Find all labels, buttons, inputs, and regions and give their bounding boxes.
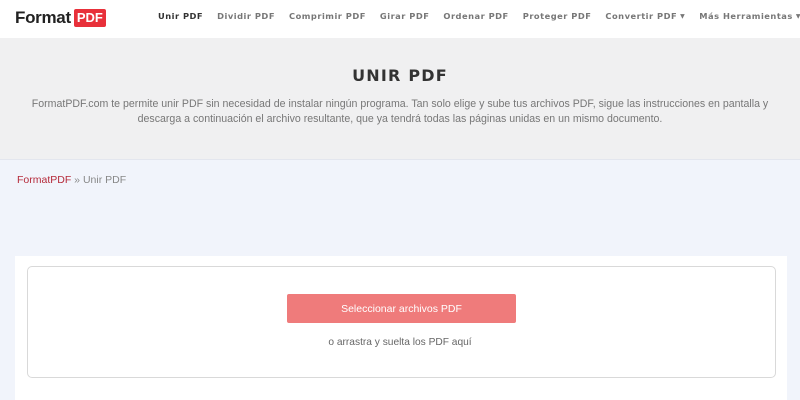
top-navigation-bar: Format PDF Unir PDF Dividir PDF Comprimi…	[0, 0, 800, 38]
select-files-button[interactable]: Seleccionar archivos PDF	[287, 294, 516, 323]
page-title: UNIR PDF	[352, 66, 448, 85]
nav-label: Convertir PDF	[605, 11, 678, 21]
nav-item-unir-pdf[interactable]: Unir PDF	[158, 11, 203, 21]
breadcrumb: FormatPDF » Unir PDF	[17, 174, 126, 186]
nav-item-dividir-pdf[interactable]: Dividir PDF	[217, 11, 275, 21]
chevron-down-icon: ▼	[795, 12, 800, 20]
nav-item-girar-pdf[interactable]: Girar PDF	[380, 11, 429, 21]
logo-text: Format	[15, 8, 71, 27]
logo-badge: PDF	[73, 9, 106, 27]
nav-label: Ordenar PDF	[443, 11, 509, 21]
nav-item-proteger-pdf[interactable]: Proteger PDF	[523, 11, 592, 21]
nav-label: Unir PDF	[158, 11, 204, 21]
nav-item-mas-herramientas[interactable]: Más Herramientas ▼	[699, 11, 800, 21]
chevron-down-icon: ▼	[680, 12, 686, 20]
nav-item-convertir-pdf[interactable]: Convertir PDF ▼	[605, 11, 685, 21]
breadcrumb-separator: »	[71, 174, 83, 186]
site-logo[interactable]: Format PDF	[15, 7, 106, 29]
nav-item-comprimir-pdf[interactable]: Comprimir PDF	[289, 11, 366, 21]
breadcrumb-home-link[interactable]: FormatPDF	[17, 174, 71, 186]
nav-label: Proteger PDF	[522, 11, 592, 21]
breadcrumb-current: Unir PDF	[82, 174, 127, 186]
drop-hint-text: o arrastra y suelta los PDF aquí	[328, 337, 472, 348]
main-nav: Unir PDF Dividir PDF Comprimir PDF Girar…	[158, 0, 800, 32]
hero-divider	[0, 159, 800, 160]
nav-label: Comprimir PDF	[289, 11, 366, 21]
page-description: FormatPDF.com te permite unir PDF sin ne…	[31, 98, 769, 125]
nav-item-ordenar-pdf[interactable]: Ordenar PDF	[443, 11, 508, 21]
nav-label: Más Herramientas	[699, 11, 793, 21]
nav-label: Girar PDF	[379, 11, 430, 21]
nav-label: Dividir PDF	[217, 11, 275, 21]
hero-section: UNIR PDF FormatPDF.com te permite unir P…	[0, 38, 800, 159]
